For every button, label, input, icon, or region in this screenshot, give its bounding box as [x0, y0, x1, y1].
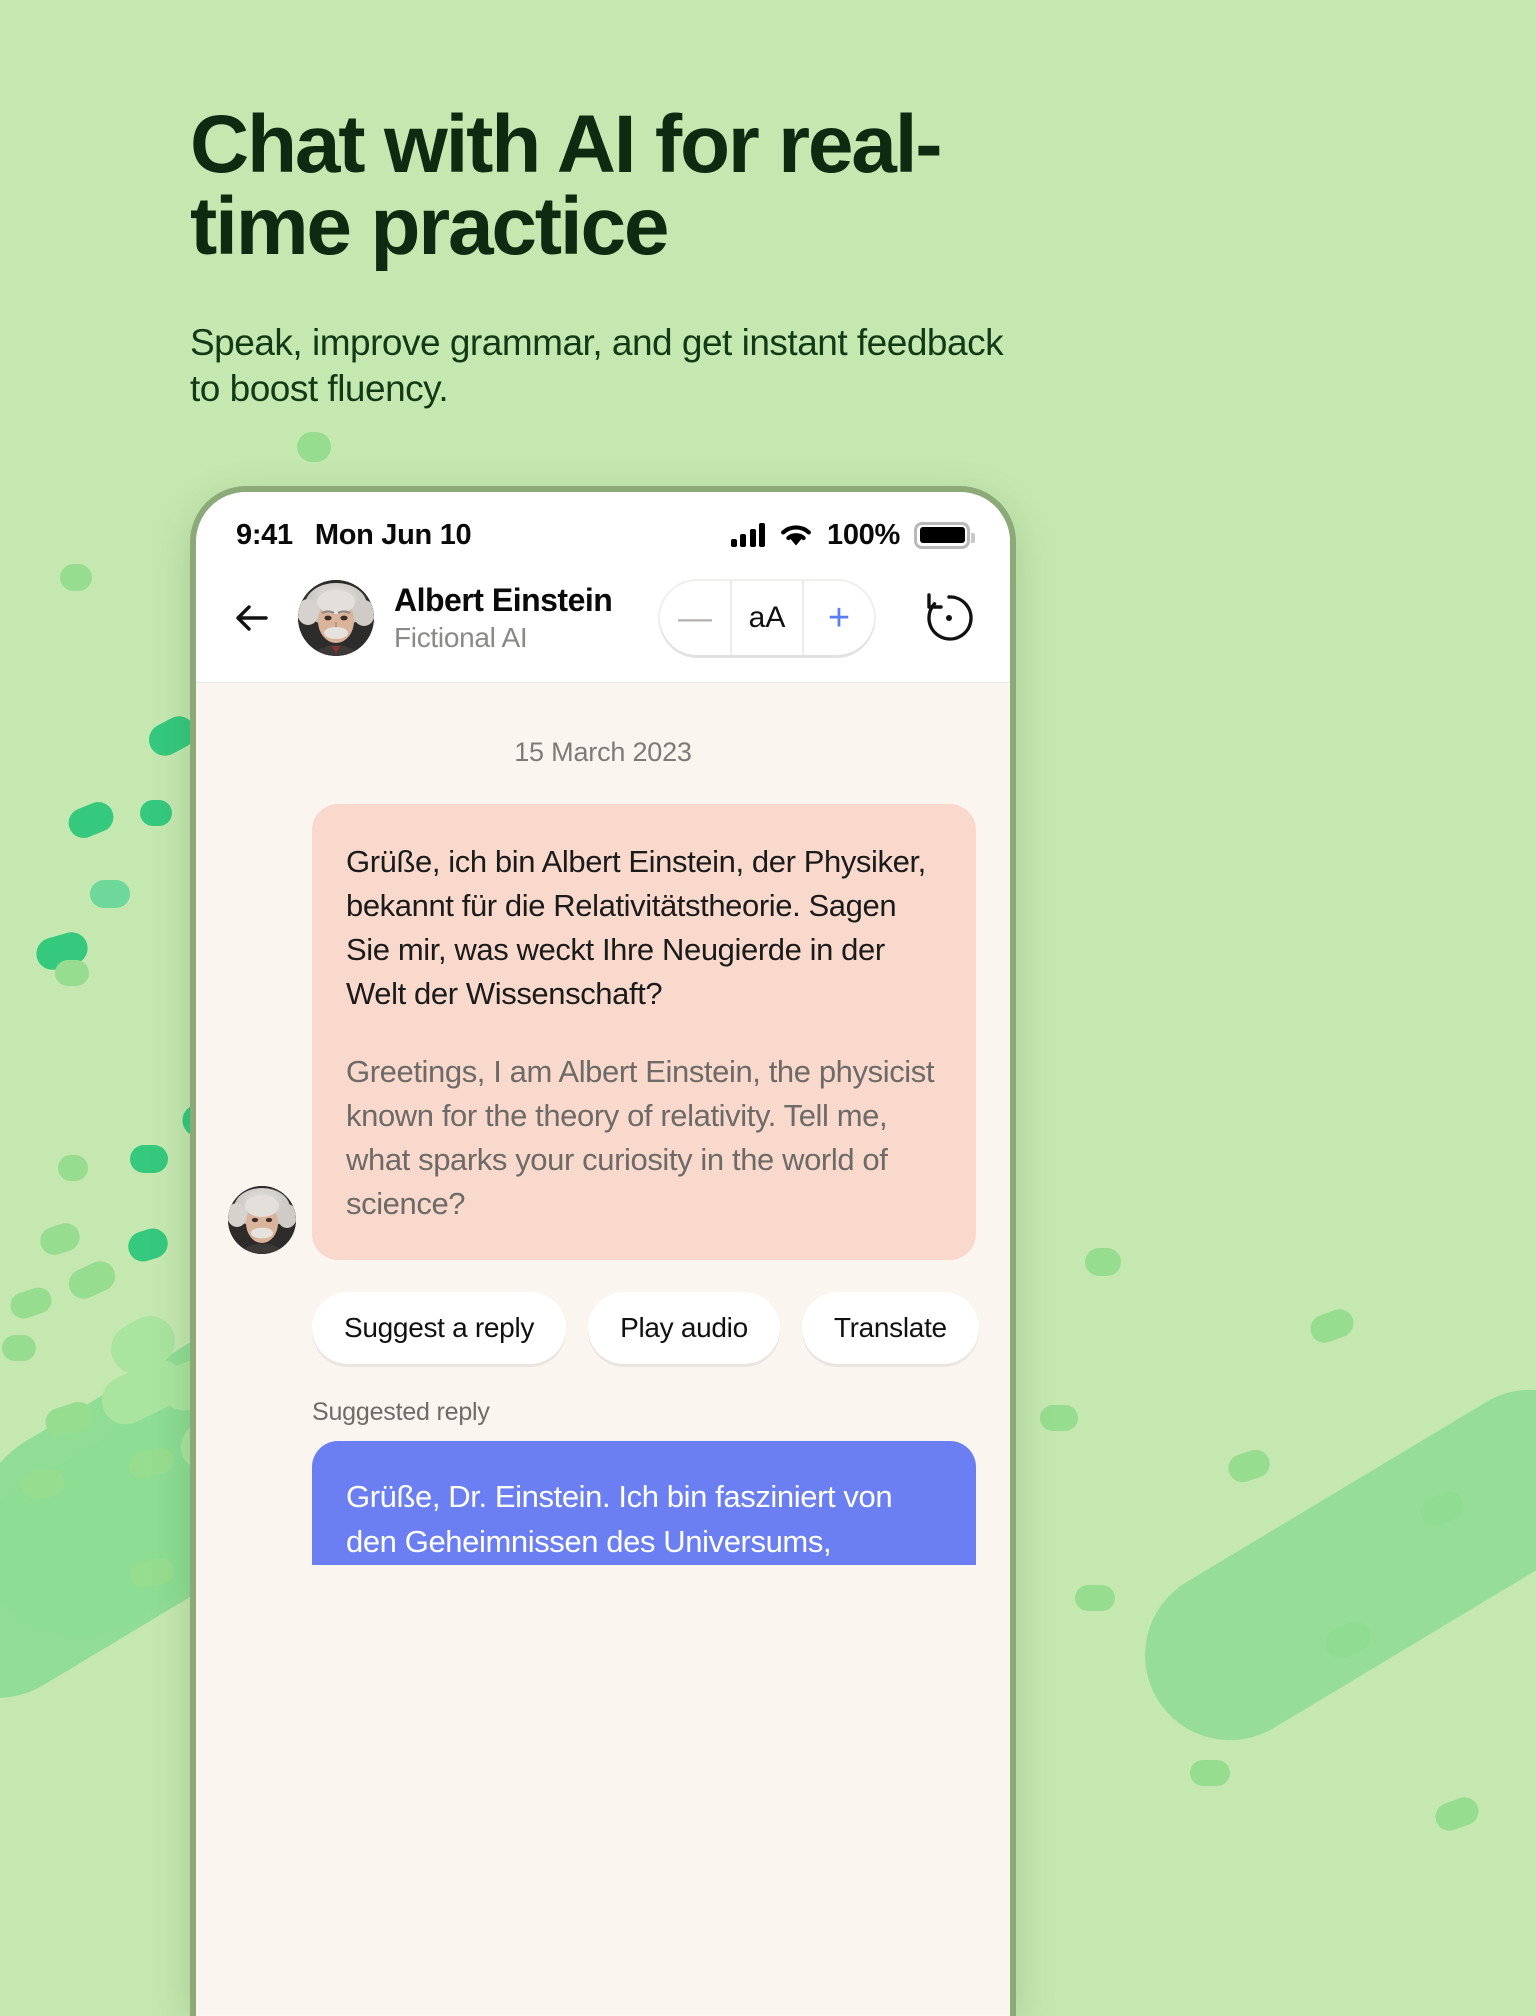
page-title: Chat with AI for real- time practice: [190, 99, 943, 272]
deco-pill-a4: [64, 797, 118, 843]
deco-pill-r1: [1085, 1248, 1121, 1276]
status-bar: 9:41 Mon Jun 10 100%: [196, 492, 1010, 564]
albert-einstein-avatar-small[interactable]: [228, 1186, 296, 1255]
cellular-signal-icon: [730, 523, 766, 547]
deco-pill-r8: [1190, 1760, 1230, 1786]
deco-pill-r6: [1075, 1585, 1115, 1611]
deco-pill-a16: [63, 1256, 121, 1304]
deco-pill-r5: [1416, 1488, 1468, 1530]
deco-pill-a20: [19, 1466, 67, 1502]
ai-message-bubble[interactable]: Grüße, ich bin Albert Einstein, der Phys…: [312, 804, 976, 1261]
phone-mockup: 9:41 Mon Jun 10 100% Albert Einstein Fic…: [190, 486, 1016, 2016]
deco-pill-a12: [58, 1155, 88, 1181]
deco-pill-a19: [41, 1398, 97, 1440]
deco-pill-r3: [1040, 1405, 1078, 1431]
chat-contact-info: Albert Einstein Fictional AI: [394, 581, 613, 655]
contact-name: Albert Einstein: [394, 581, 613, 618]
font-size-label: aA: [730, 581, 804, 655]
deco-stripe-right: [1113, 1358, 1536, 1772]
message-action-chips: Suggest a reply Play audio Translate: [196, 1260, 1010, 1365]
deco-pill-a17: [7, 1284, 55, 1322]
deco-hole-1: [101, 1306, 185, 1384]
status-bar-left: 9:41 Mon Jun 10: [236, 518, 472, 552]
deco-pill-a15: [124, 1224, 172, 1266]
font-increase-button[interactable]: +: [804, 581, 874, 655]
reset-history-icon[interactable]: [918, 587, 980, 649]
deco-pill-r2: [1306, 1305, 1358, 1347]
deco-pill-r4: [1224, 1446, 1274, 1486]
suggest-reply-button[interactable]: Suggest a reply: [312, 1292, 567, 1365]
deco-pill-r9: [1431, 1793, 1483, 1835]
suggested-reply-label: Suggested reply: [312, 1398, 490, 1427]
chat-header: Albert Einstein Fictional AI — aA +: [196, 564, 1010, 683]
status-bar-right: 100%: [730, 518, 975, 552]
status-date: Mon Jun 10: [314, 518, 472, 551]
page-subtitle: Speak, improve grammar, and get instant …: [190, 322, 1004, 410]
deco-pill-a5: [140, 800, 172, 826]
battery-percent: 100%: [827, 518, 900, 551]
wifi-icon: [781, 525, 811, 546]
deco-pill-a22: [127, 1555, 177, 1591]
deco-pill-a1: [297, 432, 331, 462]
deco-hole-2: [93, 1351, 193, 1433]
deco-pill-a13: [130, 1145, 168, 1173]
ai-message-translation-text: Greetings, I am Albert Einstein, the phy…: [346, 1054, 935, 1222]
status-time: 9:41: [236, 518, 293, 551]
font-decrease-button[interactable]: —: [660, 581, 730, 655]
translate-button[interactable]: Translate: [801, 1292, 979, 1365]
deco-pill-a18: [2, 1335, 36, 1361]
deco-pill-a9: [55, 960, 89, 986]
deco-pill-a2: [60, 564, 92, 591]
conversation-body[interactable]: 15 March 2023 Grüße, ich bin Albert Eins…: [196, 683, 1010, 2015]
ai-message-source-text: Grüße, ich bin Albert Einstein, der Phys…: [346, 844, 926, 1012]
deco-pill-a8: [32, 928, 92, 974]
date-separator: 15 March 2023: [514, 737, 692, 767]
hero-section: Chat with AI for real- time practice Spe…: [190, 104, 1060, 413]
suggested-reply-bubble[interactable]: Grüße, Dr. Einstein. Ich bin fasziniert …: [312, 1441, 976, 1565]
back-arrow-icon[interactable]: [226, 592, 278, 644]
deco-pill-a14: [36, 1219, 84, 1259]
deco-pill-a7: [90, 880, 130, 908]
play-audio-button[interactable]: Play audio: [588, 1292, 780, 1365]
phone-screen: 9:41 Mon Jun 10 100% Albert Einstein Fic…: [196, 492, 1010, 2016]
message-row-ai: Grüße, ich bin Albert Einstein, der Phys…: [196, 804, 1010, 1261]
battery-full-icon: [914, 521, 975, 549]
contact-subtitle: Fictional AI: [394, 622, 528, 654]
albert-einstein-avatar[interactable]: [298, 580, 374, 656]
font-size-control[interactable]: — aA +: [660, 581, 874, 655]
deco-pill-r7: [1321, 1617, 1375, 1663]
deco-pill-a21: [125, 1444, 177, 1482]
